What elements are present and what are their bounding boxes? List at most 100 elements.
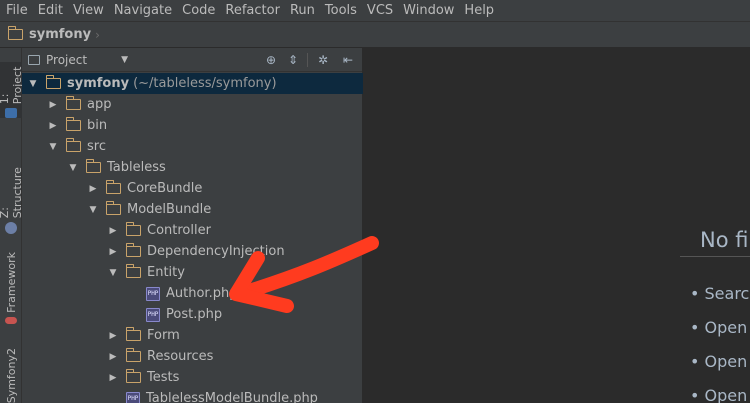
menu-tools[interactable]: Tools [320, 0, 362, 21]
scroll-from-source-icon[interactable]: ⊕ [263, 52, 279, 68]
menu-bar: File Edit View Navigate Code Refactor Run Tools… [0, 0, 750, 21]
menu-edit[interactable]: Edit [33, 0, 68, 21]
gear-icon[interactable]: ✲ [315, 52, 331, 68]
tool-tab-symfony2[interactable]: Symfony2 [0, 348, 22, 403]
view-selector-label: Project [46, 53, 88, 67]
folder-icon [105, 180, 121, 194]
tree-folder-row[interactable]: ▼ Entity [22, 262, 363, 283]
tree-item-label: src [87, 139, 106, 154]
project-panel: Project ▼ ⊕ ⇕ ✲ ⇤ ▼ symfony (~/tableless/s… [22, 48, 363, 403]
expand-arrow-open-icon[interactable]: ▼ [108, 268, 118, 278]
project-icon [5, 108, 17, 118]
folder-icon [65, 117, 81, 131]
toolbar-separator [307, 53, 308, 67]
tree-folder-row[interactable]: ▶ Tests [22, 367, 363, 388]
expand-arrow-open-icon[interactable]: ▼ [88, 205, 98, 215]
project-view-icon [28, 55, 40, 65]
menu-code[interactable]: Code [177, 0, 220, 21]
expand-arrow-closed-icon[interactable]: ▶ [48, 121, 58, 131]
breadcrumb-project[interactable]: symfony [29, 27, 91, 42]
folder-icon [125, 369, 141, 383]
empty-editor-tip: • Open a [690, 318, 750, 337]
tree-item-label: Author.php [166, 286, 238, 301]
expand-arrow-closed-icon[interactable]: ▶ [48, 100, 58, 110]
empty-editor-title: No fi [700, 228, 749, 252]
tool-tab-label: Symfony2 [4, 348, 18, 403]
folder-icon [65, 138, 81, 152]
tree-item-label: DependencyInjection [147, 244, 285, 259]
editor-area: No fi • Search • Open a • Open • Open [363, 48, 750, 403]
tool-tab-structure[interactable]: Z: Structure [0, 154, 24, 234]
tree-folder-row[interactable]: ▼ Tableless [22, 157, 363, 178]
tree-folder-row[interactable]: ▶ Resources [22, 346, 363, 367]
view-selector[interactable]: Project ▼ [28, 52, 132, 68]
expand-arrow-open-icon[interactable]: ▼ [28, 79, 38, 89]
tree-item-label: app [87, 97, 112, 112]
expand-arrow-closed-icon[interactable]: ▶ [108, 352, 118, 362]
tree-folder-row[interactable]: ▶ DependencyInjection [22, 241, 363, 262]
folder-icon [125, 243, 141, 257]
tree-folder-row[interactable]: ▼ src [22, 136, 363, 157]
folder-icon [7, 26, 23, 40]
tree-item-label: Resources [147, 349, 214, 364]
tree-item-label: TablelessModelBundle.php [146, 391, 318, 403]
hide-panel-icon[interactable]: ⇤ [340, 52, 356, 68]
tree-file-row[interactable]: PHP Author.php [22, 283, 363, 304]
tree-file-row[interactable]: PHP Post.php [22, 304, 363, 325]
tool-tab-label: Framework [4, 252, 18, 313]
tool-window-strip: 1: Project Z: Structure Framework Symfon… [0, 48, 24, 403]
divider [680, 256, 750, 257]
tree-file-row[interactable]: PHP TablelessModelBundle.php [22, 388, 363, 403]
expand-arrow-closed-icon[interactable]: ▶ [108, 373, 118, 383]
tree-item-label: Post.php [166, 307, 223, 322]
folder-icon [125, 327, 141, 341]
folder-icon [125, 222, 141, 236]
folder-icon [125, 264, 141, 278]
menu-file[interactable]: File [1, 0, 33, 21]
expand-arrow-closed-icon[interactable]: ▶ [108, 331, 118, 341]
folder-icon [85, 159, 101, 173]
tree-item-path: (~/tableless/symfony) [133, 76, 277, 91]
menu-navigate[interactable]: Navigate [109, 0, 177, 21]
folder-icon [125, 348, 141, 362]
tree-folder-row[interactable]: ▶ bin [22, 115, 363, 136]
menu-view[interactable]: View [68, 0, 109, 21]
tree-item-label: Tableless [107, 160, 166, 175]
tree-item-label: symfony [67, 76, 130, 91]
tree-folder-row[interactable]: ▶ Controller [22, 220, 363, 241]
php-file-icon: PHP [146, 307, 160, 322]
tree-folder-row[interactable]: ▼ ModelBundle [22, 199, 363, 220]
tree-item-label: Form [147, 328, 180, 343]
menu-vcs[interactable]: VCS [362, 0, 398, 21]
folder-icon [45, 75, 61, 89]
menu-help[interactable]: Help [459, 0, 499, 21]
tree-item-label: Entity [147, 265, 185, 280]
expand-arrow-closed-icon[interactable]: ▶ [108, 247, 118, 257]
navigation-bar: symfony › [0, 21, 750, 48]
menu-run[interactable]: Run [285, 0, 320, 21]
expand-arrow-closed-icon[interactable]: ▶ [88, 184, 98, 194]
menu-refactor[interactable]: Refactor [220, 0, 285, 21]
expand-arrow-open-icon[interactable]: ▼ [48, 142, 58, 152]
tool-tab-framework[interactable]: Framework [0, 252, 22, 324]
tree-folder-row[interactable]: ▼ symfony (~/tableless/symfony) [22, 73, 363, 94]
dropdown-caret-icon: ▼ [121, 55, 128, 65]
empty-editor-tip: • Open [690, 352, 748, 371]
tree-folder-row[interactable]: ▶ Form [22, 325, 363, 346]
tree-folder-row[interactable]: ▶ app [22, 94, 363, 115]
expand-arrow-open-icon[interactable]: ▼ [68, 163, 78, 173]
chevron-right-icon: › [95, 27, 100, 42]
empty-editor-tip: • Open [690, 386, 748, 403]
tree-item-label: Controller [147, 223, 211, 238]
tree-item-label: ModelBundle [127, 202, 212, 217]
tree-item-label: CoreBundle [127, 181, 203, 196]
menu-window[interactable]: Window [398, 0, 459, 21]
tree-item-label: Tests [147, 370, 180, 385]
expand-arrow-closed-icon[interactable]: ▶ [108, 226, 118, 236]
tree-folder-row[interactable]: ▶ CoreBundle [22, 178, 363, 199]
php-file-icon: PHP [146, 286, 160, 301]
tool-tab-label: 1: Project [0, 66, 24, 105]
framework-icon [5, 316, 17, 324]
collapse-all-icon[interactable]: ⇕ [285, 52, 301, 68]
tool-tab-project[interactable]: 1: Project [0, 62, 24, 118]
